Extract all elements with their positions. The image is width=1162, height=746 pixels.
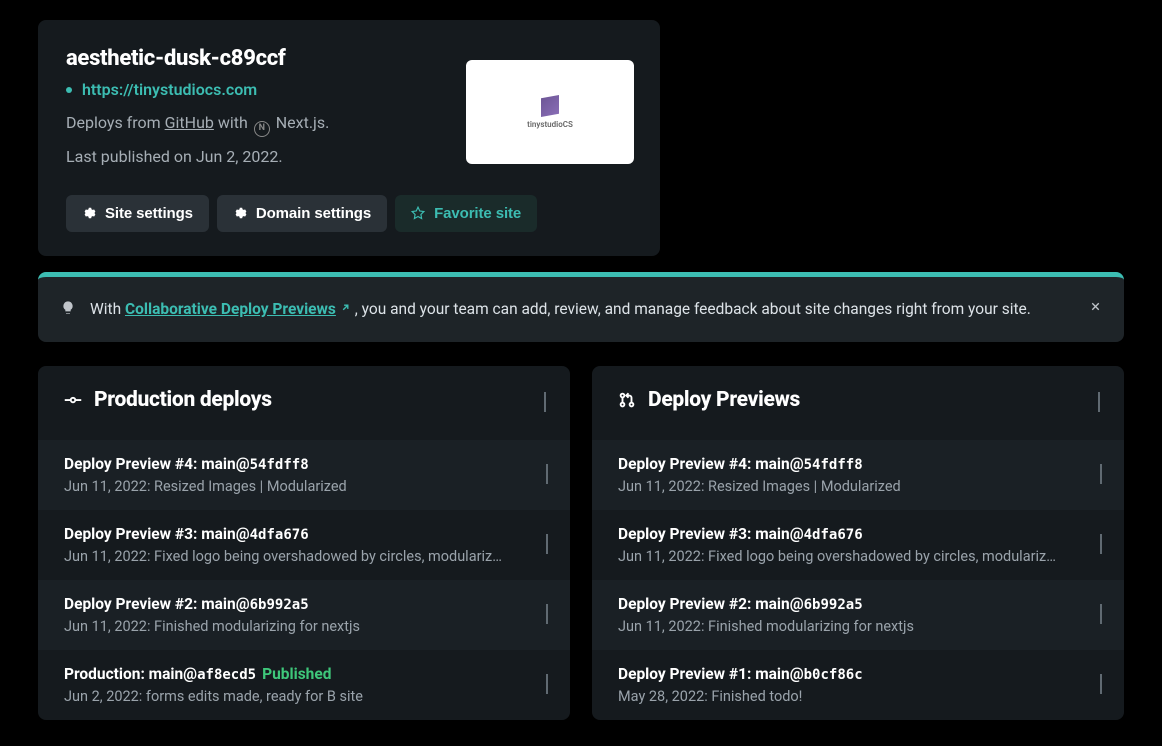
commit-icon bbox=[64, 391, 82, 409]
chevron-right-icon bbox=[544, 394, 546, 412]
production-deploys-column: Production deploys Deploy Preview #4: ma… bbox=[38, 366, 570, 720]
status-dot-icon bbox=[66, 87, 72, 93]
lightbulb-icon bbox=[60, 300, 76, 316]
button-row: Site settings Domain settings Favorite s… bbox=[66, 195, 632, 232]
deploy-subtitle: Jun 11, 2022: Fixed logo being overshado… bbox=[618, 548, 1098, 565]
columns: Production deploys Deploy Preview #4: ma… bbox=[38, 366, 1124, 720]
close-banner-button[interactable] bbox=[1085, 293, 1106, 322]
site-thumbnail[interactable]: tinystudioCS bbox=[466, 60, 634, 164]
external-link-icon bbox=[340, 302, 351, 313]
deploy-title: Deploy Preview #4: main@54fdff8 bbox=[64, 455, 544, 473]
domain-settings-button[interactable]: Domain settings bbox=[217, 195, 387, 232]
deploy-title: Deploy Preview #3: main@4dfa676 bbox=[64, 525, 544, 543]
site-url-link[interactable]: https://tinystudiocs.com bbox=[82, 80, 257, 99]
chevron-right-icon bbox=[1100, 466, 1102, 484]
deploy-row[interactable]: Deploy Preview #4: main@54fdff8 Jun 11, 2… bbox=[592, 440, 1124, 510]
chevron-right-icon bbox=[1100, 536, 1102, 554]
chevron-right-icon bbox=[546, 606, 548, 624]
deploy-row[interactable]: Deploy Preview #2: main@6b992a5 Jun 11, 2… bbox=[38, 580, 570, 650]
deploy-subtitle: Jun 11, 2022: Finished modularizing for … bbox=[618, 618, 1098, 635]
chevron-right-icon bbox=[1098, 394, 1100, 412]
deploy-title: Deploy Preview #4: main@54fdff8 bbox=[618, 455, 1098, 473]
git-provider-link[interactable]: GitHub bbox=[165, 113, 214, 132]
deploy-title: Deploy Preview #1: main@b0cf86c bbox=[618, 665, 1098, 683]
site-settings-button[interactable]: Site settings bbox=[66, 195, 209, 232]
deploy-subtitle: May 28, 2022: Finished todo! bbox=[618, 688, 1098, 705]
deploy-subtitle: Jun 11, 2022: Finished modularizing for … bbox=[64, 618, 544, 635]
info-banner: With Collaborative Deploy Previews , you… bbox=[38, 272, 1124, 343]
thumbnail-logo-icon bbox=[541, 95, 559, 117]
close-icon bbox=[1089, 300, 1102, 313]
gear-icon bbox=[233, 206, 247, 220]
deploy-previews-column: Deploy Previews Deploy Preview #4: main@… bbox=[592, 366, 1124, 720]
deploy-row[interactable]: Deploy Preview #1: main@b0cf86c May 28, 2… bbox=[592, 650, 1124, 720]
chevron-right-icon bbox=[546, 466, 548, 484]
chevron-right-icon bbox=[1100, 676, 1102, 694]
star-icon bbox=[411, 206, 425, 220]
deploy-title: Production: main@af8ecd5Published bbox=[64, 665, 544, 683]
nextjs-icon: N bbox=[254, 121, 270, 137]
deploy-previews-header[interactable]: Deploy Previews bbox=[592, 366, 1124, 440]
deploy-subtitle: Jun 2, 2022: forms edits made, ready for… bbox=[64, 688, 544, 705]
site-overview-card: tinystudioCS aesthetic-dusk-c89ccf https… bbox=[38, 20, 660, 256]
deploy-row[interactable]: Production: main@af8ecd5Published Jun 2, … bbox=[38, 650, 570, 720]
deploy-row[interactable]: Deploy Preview #4: main@54fdff8 Jun 11, 2… bbox=[38, 440, 570, 510]
chevron-right-icon bbox=[546, 536, 548, 554]
deploy-subtitle: Jun 11, 2022: Fixed logo being overshado… bbox=[64, 548, 544, 565]
deploy-subtitle: Jun 11, 2022: Resized Images | Modulariz… bbox=[64, 478, 544, 495]
collaborative-previews-link[interactable]: Collaborative Deploy Previews bbox=[125, 300, 351, 318]
deploy-title: Deploy Preview #2: main@6b992a5 bbox=[64, 595, 544, 613]
banner-text: With Collaborative Deploy Previews , you… bbox=[90, 297, 1102, 323]
thumbnail-label: tinystudioCS bbox=[527, 120, 573, 129]
gear-icon bbox=[82, 206, 96, 220]
deploy-title: Deploy Preview #3: main@4dfa676 bbox=[618, 525, 1098, 543]
published-badge: Published bbox=[262, 665, 331, 683]
chevron-right-icon bbox=[1100, 606, 1102, 624]
favorite-site-button[interactable]: Favorite site bbox=[395, 195, 537, 232]
deploy-row[interactable]: Deploy Preview #2: main@6b992a5 Jun 11, 2… bbox=[592, 580, 1124, 650]
deploy-row[interactable]: Deploy Preview #3: main@4dfa676 Jun 11, 2… bbox=[592, 510, 1124, 580]
production-deploys-header[interactable]: Production deploys bbox=[38, 366, 570, 440]
deploy-subtitle: Jun 11, 2022: Resized Images | Modulariz… bbox=[618, 478, 1098, 495]
pull-request-icon bbox=[618, 391, 636, 409]
deploy-row[interactable]: Deploy Preview #3: main@4dfa676 Jun 11, 2… bbox=[38, 510, 570, 580]
chevron-right-icon bbox=[546, 676, 548, 694]
deploy-title: Deploy Preview #2: main@6b992a5 bbox=[618, 595, 1098, 613]
